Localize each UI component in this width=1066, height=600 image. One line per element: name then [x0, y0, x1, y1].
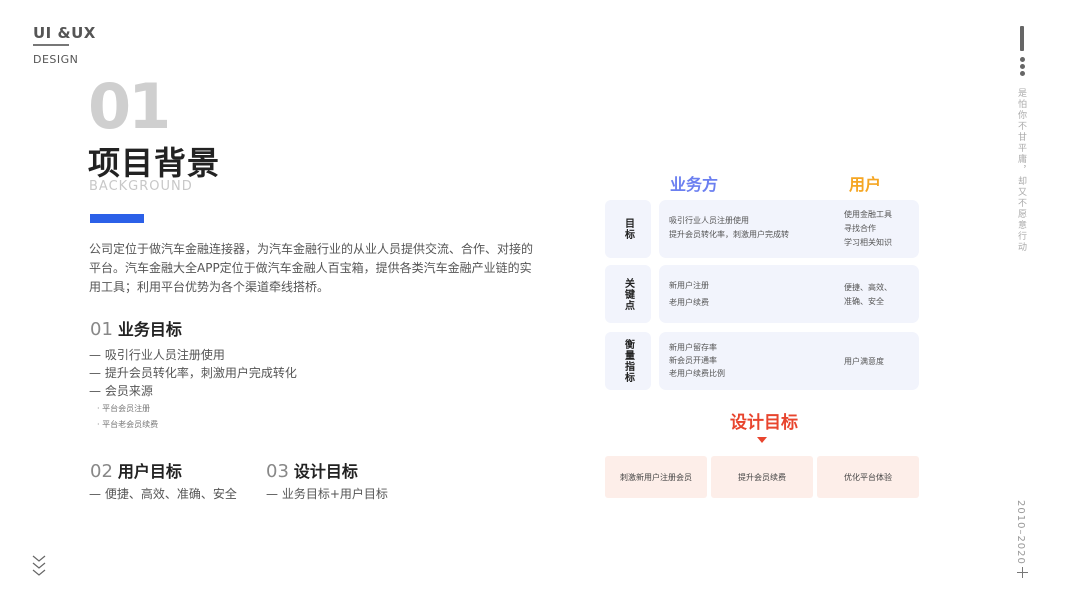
arrow-down-icon [757, 437, 767, 443]
list-sub-item: · 平台会员注册 [97, 404, 151, 413]
business-goal-list: — 吸引行业人员注册使用 — 提升会员转化率，刺激用户完成转化 — 会员来源 [89, 346, 297, 400]
logo-divider [33, 44, 69, 46]
list-item: — 会员来源 [89, 384, 153, 398]
logo-subtitle: DESIGN [33, 53, 79, 66]
column-head-user: 用户 [849, 175, 882, 194]
design-goal-item: — 业务目标+用户目标 [266, 487, 388, 501]
row-card-goal: 吸引行业人员注册使用 提升会员转化率，刺激用户完成转 使用金融工具 寻找合作 学… [659, 200, 919, 258]
scroll-indicator-bar [1020, 26, 1024, 51]
indicator-dot [1020, 57, 1025, 62]
goal-box: 优化平台体验 [817, 456, 919, 498]
user-goal-number: 02 [90, 461, 113, 482]
user-cell: 使用金融工具 寻找合作 学习相关知识 [844, 208, 892, 250]
chevron-down-icon[interactable] [31, 553, 47, 579]
cell-line: 准确、安全 [844, 297, 884, 306]
cell-line: 吸引行业人员注册使用 [669, 216, 749, 225]
list-sub-item: · 平台老会员续费 [97, 420, 159, 429]
row-card-metric: 新用户留存率 新会员开通率 老用户续费比例 用户满意度 [659, 332, 919, 390]
accent-bar [90, 214, 144, 223]
list-item: — 提升会员转化率，刺激用户完成转化 [89, 366, 297, 380]
intro-paragraph: 公司定位于做汽车金融连接器，为汽车金融行业的从业人员提供交流、合作、对接的平台。… [89, 242, 534, 294]
cell-line: 寻找合作 [844, 224, 876, 233]
logo-title: UI &UX [33, 24, 96, 42]
year-range: 2010–2020 [1015, 500, 1026, 565]
cell-line: 新用户注册 [669, 281, 709, 290]
goal-box: 提升会员续费 [711, 456, 813, 498]
business-cell: 新用户注册 老用户续费 [669, 279, 709, 310]
user-goal-label: 用户目标 [117, 462, 182, 481]
cell-line: 新用户留存率 [669, 343, 717, 352]
user-goal-item: — 便捷、高效、准确、安全 [89, 487, 237, 501]
plus-icon [1022, 567, 1023, 578]
row-label-text: 衡量指标 [622, 339, 634, 383]
user-goal-heading: 02 用户目标 [90, 458, 182, 482]
member-source-list: · 平台会员注册 · 平台老会员续费 [97, 401, 158, 433]
row-label-text: 目标 [622, 218, 634, 240]
user-cell: 便捷、高效、 准确、安全 [844, 281, 892, 309]
design-goal-number: 03 [266, 461, 289, 482]
section-number: 01 [88, 72, 169, 138]
business-cell: 吸引行业人员注册使用 提升会员转化率，刺激用户完成转 [669, 214, 789, 242]
cell-line: 便捷、高效、 [844, 283, 892, 292]
list-item: — 吸引行业人员注册使用 [89, 348, 225, 362]
business-goal-number: 01 [90, 319, 113, 340]
design-goal-title: 设计目标 [730, 413, 798, 433]
row-label-text: 关键点 [622, 277, 634, 311]
goal-box: 刺激新用户注册会员 [605, 456, 707, 498]
indicator-dot [1020, 64, 1025, 69]
business-goal-heading: 01 业务目标 [90, 316, 182, 340]
cell-line: 学习相关知识 [844, 238, 892, 247]
design-goal-heading: 03 设计目标 [266, 458, 358, 482]
cell-line: 提升会员转化率，刺激用户完成转 [669, 230, 789, 239]
indicator-dot [1020, 71, 1025, 76]
row-card-key-point: 新用户注册 老用户续费 便捷、高效、 准确、安全 [659, 265, 919, 323]
page-title: 项目背景 [88, 144, 221, 182]
page-title-en: BACKGROUND [89, 179, 193, 194]
cell-line: 使用金融工具 [844, 210, 892, 219]
row-label-key-point: 关键点 [605, 265, 651, 323]
row-label-metric: 衡量指标 [605, 332, 651, 390]
user-cell: 用户满意度 [844, 355, 884, 369]
business-cell: 新用户留存率 新会员开通率 老用户续费比例 [669, 341, 725, 380]
cell-line: 新会员开通率 [669, 356, 717, 365]
cell-line: 老用户续费比例 [669, 369, 725, 378]
row-label-goal: 目标 [605, 200, 651, 258]
cell-line: 用户满意度 [844, 357, 884, 366]
business-goal-label: 业务目标 [117, 320, 182, 339]
column-head-business: 业务方 [670, 175, 719, 194]
cell-line: 老用户续费 [669, 298, 709, 307]
design-goal-label: 设计目标 [293, 462, 358, 481]
vertical-slogan: 是怕你不甘平庸，却又不愿意行动 [1016, 88, 1026, 253]
